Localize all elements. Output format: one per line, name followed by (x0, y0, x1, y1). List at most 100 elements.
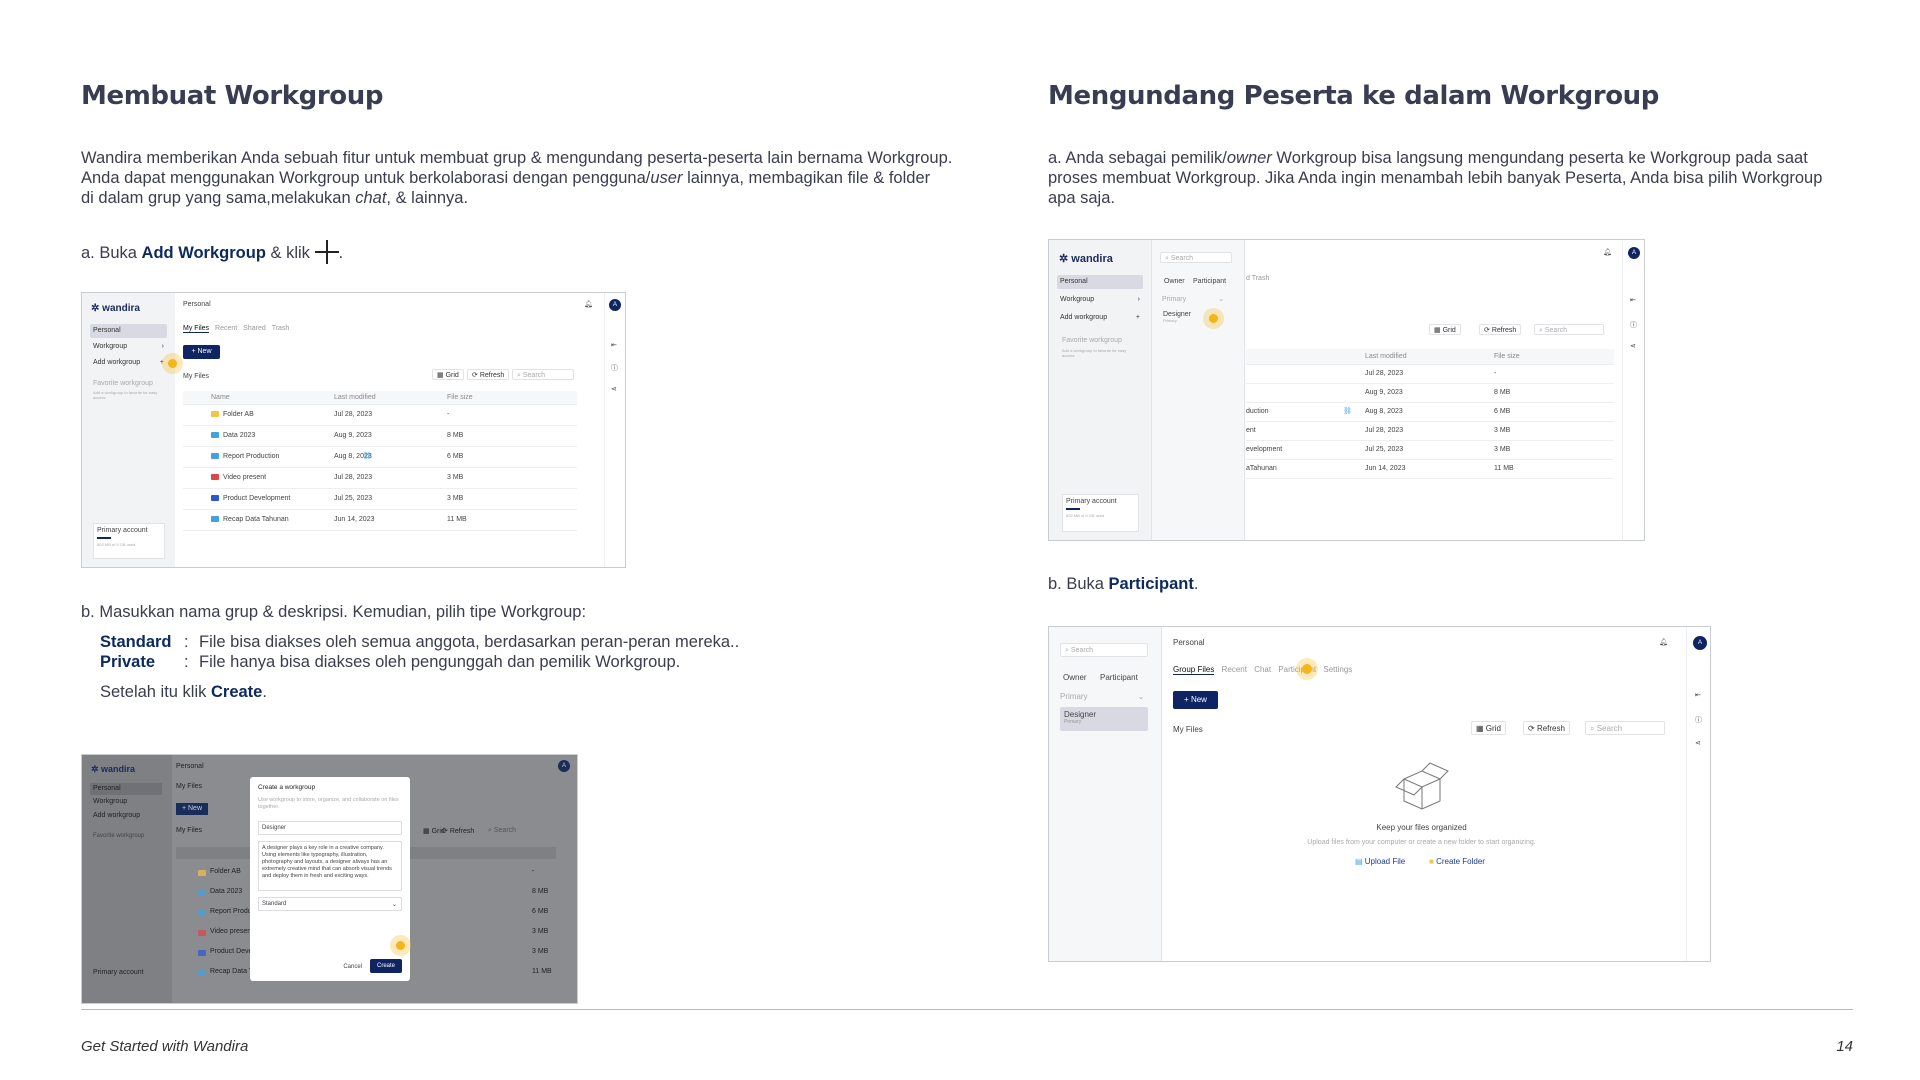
table-row[interactable]: aTahunan Jun 14, 2023 11 MB (1246, 460, 1614, 479)
refresh-button[interactable]: ⟳ Refresh (467, 369, 510, 380)
tab-trash[interactable]: Trash (272, 325, 290, 332)
cancel-button[interactable]: Cancel (343, 964, 362, 970)
workgroup-type-select[interactable]: Standard ⌄ (258, 897, 402, 911)
share-icon[interactable]: ⋖ (611, 385, 617, 393)
avatar[interactable]: A (1628, 247, 1640, 259)
collapse-icon[interactable]: ⇤ (1630, 296, 1636, 304)
sidebar-item-add-workgroup[interactable]: Add workgroup + (90, 356, 167, 370)
file-name: Recap Data Tahunan (211, 516, 289, 523)
sidebar-item-personal-dim[interactable]: Personal (90, 783, 162, 795)
bell-icon[interactable]: 🔔︎ (1603, 248, 1612, 256)
grid-button[interactable]: ▦ Grid (432, 369, 464, 380)
file-name-text: Folder AB (223, 411, 254, 418)
tab-my-files-dim[interactable]: My Files (176, 783, 202, 790)
search-input[interactable]: ⌕ Search (1534, 324, 1604, 335)
table-row[interactable]: Video present Jul 28, 2023 3 MB (183, 468, 577, 489)
sidebar-item-add-workgroup-dim[interactable]: Add workgroup (93, 812, 140, 819)
sidebar-item-personal[interactable]: Personal (90, 324, 167, 338)
table-row[interactable]: Data 2023 Aug 9, 2023 8 MB (183, 426, 577, 447)
grid-icon: ▦ (437, 372, 446, 379)
empty-box-illustration (1394, 757, 1450, 813)
grid-button[interactable]: ▦ Grid (1471, 721, 1506, 735)
file-icon (198, 970, 206, 976)
table-header: Last modified File size (1246, 349, 1614, 365)
file-date: Jul 28, 2023 (1365, 370, 1404, 377)
sidebar-item-workgroup-dim[interactable]: Workgroup (93, 798, 127, 805)
create-button[interactable]: Create (370, 959, 402, 973)
share-icon[interactable]: ⋖ (1630, 342, 1636, 350)
table-row[interactable]: Aug 9, 2023 8 MB (1246, 384, 1614, 403)
primary-account-card[interactable]: Primary account 802 MB of 5 GB used (93, 523, 165, 559)
refresh-button-dim[interactable]: ⟳ Refresh (442, 827, 474, 835)
search-input[interactable]: ⌕ Search (512, 369, 574, 380)
create-folder-link[interactable]: ■ Create Folder (1429, 857, 1485, 866)
tab-owner[interactable]: Owner (1164, 278, 1185, 285)
workgroup-name-input[interactable]: Designer (258, 821, 402, 835)
section-title-create-workgroup: Membuat Workgroup (81, 81, 384, 111)
step-a-open-add-workgroup: a. Buka Add Workgroup & klik . (81, 240, 343, 264)
empty-title: Keep your files organized (1376, 823, 1467, 832)
table-row[interactable]: Product Development Jul 25, 2023 3 MB (183, 489, 577, 510)
share-icon[interactable]: ⋖ (1695, 739, 1701, 747)
workgroup-item-designer[interactable]: Designer Primary (1060, 707, 1148, 731)
panel-search-input[interactable]: ⌕ Search (1060, 643, 1148, 657)
file-date: Aug 9, 2023 (334, 432, 372, 439)
sidebar-item-workgroup[interactable]: Workgroup › (90, 340, 167, 354)
tab-owner[interactable]: Owner (1063, 673, 1087, 682)
file-name-partial: ent (1246, 427, 1256, 434)
tab-participant[interactable]: Participant (1193, 278, 1226, 285)
new-button[interactable]: + New (1173, 691, 1218, 709)
primary-account-card[interactable]: Primary account 802 MB of 5 GB used (1062, 494, 1139, 532)
new-button[interactable]: + New (183, 345, 220, 359)
file-size: 6 MB (447, 453, 464, 460)
collapse-icon[interactable]: ⇤ (1695, 691, 1701, 699)
tab-recent[interactable]: Recent (215, 325, 237, 332)
group-primary[interactable]: Primary ⌄ (1162, 295, 1224, 303)
type-private: Private: File hanya bisa diakses oleh pen… (100, 653, 681, 671)
search-input-dim[interactable]: ⌕ Search (488, 827, 516, 835)
table-row[interactable]: Report Production Aug 8, 2023 6 MB ⛓ (183, 447, 577, 468)
collapse-icon[interactable]: ⇤ (611, 341, 617, 349)
table-row[interactable]: ent Jul 28, 2023 3 MB (1246, 422, 1614, 441)
tab-participant[interactable]: Participant (1100, 673, 1138, 682)
info-icon[interactable]: ⓘ (611, 363, 618, 373)
sidebar-item-add-workgroup[interactable]: Add workgroup + (1057, 311, 1143, 325)
search-input[interactable]: ⌕ Search (1585, 721, 1665, 735)
table-row[interactable]: evelopment Jul 25, 2023 3 MB (1246, 441, 1614, 460)
info-icon[interactable]: ⓘ (1630, 320, 1637, 330)
avatar-dim[interactable]: A (558, 760, 570, 772)
bell-icon[interactable]: 🔔︎ (584, 300, 593, 308)
workgroup-desc-textarea[interactable]: A designer plays a key role in a creativ… (258, 841, 402, 891)
tab-shared[interactable]: Shared (243, 325, 266, 332)
avatar[interactable]: A (1693, 636, 1707, 650)
group-primary[interactable]: Primary ⌄ (1060, 692, 1144, 701)
avatar[interactable]: A (609, 299, 621, 311)
my-files-label: My Files (1173, 725, 1203, 734)
tab-group-files[interactable]: Group Files (1173, 665, 1215, 675)
panel-search-input[interactable]: ⌕ Search (1160, 252, 1232, 263)
table-row[interactable]: Jul 28, 2023 - (1246, 365, 1614, 384)
refresh-button[interactable]: ⟳ Refresh (1523, 721, 1570, 735)
tab-my-files[interactable]: My Files (183, 325, 210, 333)
highlight-marker (168, 359, 177, 368)
workgroup-item-designer[interactable]: Designer Primary (1160, 309, 1234, 329)
sidebar-item-workgroup[interactable]: Workgroup › (1057, 293, 1143, 307)
table-row[interactable]: Recap Data Tahunan Jun 14, 2023 11 MB (183, 510, 577, 531)
link-icon[interactable]: ⛓ (363, 452, 372, 460)
refresh-button[interactable]: ⟳ Refresh (1479, 324, 1522, 335)
tab-settings[interactable]: Settings (1323, 665, 1352, 674)
upload-file-link[interactable]: ▤ Upload File (1355, 857, 1405, 866)
table-row[interactable]: Folder AB Jul 28, 2023 - (183, 405, 577, 426)
tab-chat[interactable]: Chat (1254, 665, 1271, 674)
bell-icon[interactable]: 🔔︎ (1659, 638, 1668, 646)
link-icon[interactable]: ⛓ (1343, 407, 1352, 415)
tab-recent[interactable]: Recent (1222, 665, 1247, 674)
modal-desc: Use workgroup to store, organize, and co… (258, 797, 399, 810)
new-button-dim[interactable]: + New (176, 803, 208, 815)
table-row[interactable]: duction Aug 8, 2023 6 MB ⛓ (1246, 403, 1614, 422)
grid-button[interactable]: ▦ Grid (1429, 324, 1461, 335)
sidebar-item-personal[interactable]: Personal (1057, 275, 1143, 289)
info-icon[interactable]: ⓘ (1695, 715, 1702, 725)
file-size: 3 MB (447, 474, 464, 481)
file-size: 8 MB (447, 432, 464, 439)
